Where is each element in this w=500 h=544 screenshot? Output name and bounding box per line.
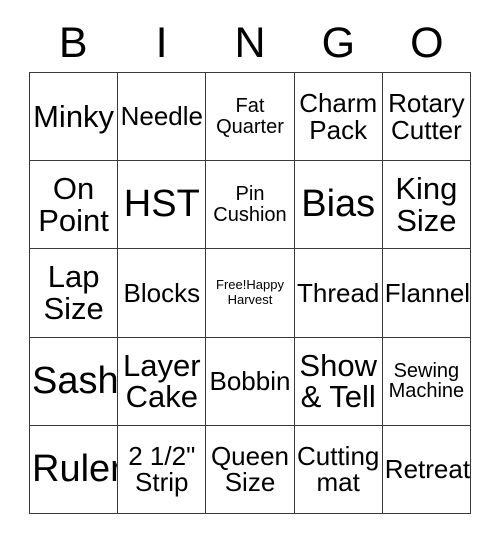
bingo-cell-label: 2 1/2" Strip [128,440,196,498]
bingo-cell[interactable]: Show & Tell [294,337,383,426]
header-letter-o: O [410,18,444,67]
bingo-cell-label: Sash [32,359,119,402]
bingo-card: B I N G O Minky Needle Fat Quarter Charm Pa… [0,0,500,544]
bingo-cell[interactable]: 2 1/2" Strip [118,425,207,514]
bingo-cell-label: Sewing Machine [388,359,465,403]
bingo-cell[interactable]: Bias [294,161,383,250]
bingo-cell[interactable]: Flannel [382,249,471,338]
bingo-cell[interactable]: Charm Pack [294,73,383,162]
bingo-cell-label: Rotary Cutter [388,88,465,145]
bingo-cell[interactable]: Sewing Machine [382,337,471,426]
bingo-cell[interactable]: Thread [294,249,383,338]
bingo-cell-label: Fat Quarter [216,95,284,138]
bingo-cell-label: Minky [33,98,115,134]
bingo-cell-label: Blocks [123,277,201,308]
bingo-cell-label: Pin Cushion [213,183,287,226]
bingo-cell[interactable]: Retreat [382,425,471,514]
bingo-cell[interactable]: Minky [30,73,119,162]
bingo-cell[interactable]: Sash [30,337,119,426]
bingo-cell[interactable]: Fat Quarter [206,73,295,162]
bingo-header: B I N G O [29,14,471,72]
bingo-cell[interactable]: Queen Size [206,425,295,514]
bingo-cell-label: Ruler [32,448,119,491]
bingo-cell[interactable]: HST [118,161,207,250]
header-letter-b: B [58,18,88,67]
bingo-cell-label: Retreat [384,454,471,485]
bingo-cell-label: Flannel [384,277,471,308]
bingo-cell[interactable]: Bobbin [206,337,295,426]
bingo-cell[interactable]: Blocks [118,249,207,338]
bingo-cell[interactable]: On Point [30,161,119,250]
bingo-cell-label: Charm Pack [299,88,378,145]
header-letter-i: I [155,18,168,67]
bingo-cell-label: Layer Cake [123,347,201,415]
bingo-cell-label: King Size [395,171,458,238]
bingo-cell[interactable]: Pin Cushion [206,161,295,250]
bingo-grid: Minky Needle Fat Quarter Charm Pack Rotary C… [29,72,471,514]
bingo-cell-label: Queen Size [210,440,290,498]
bingo-cell[interactable]: Rotary Cutter [382,73,471,162]
bingo-cell-label: Thread [297,277,380,308]
header-letter-g: G [321,18,356,67]
header-letter-n: N [234,18,266,67]
bingo-cell-label: Bobbin [209,365,291,396]
bingo-cell[interactable]: King Size [382,161,471,250]
bingo-cell-label: Bias [301,183,376,226]
bingo-cell[interactable]: Needle [118,73,207,162]
bingo-cell-label: Show & Tell [299,347,377,415]
bingo-cell-label: Lap Size [43,259,104,326]
bingo-cell[interactable]: Lap Size [30,249,119,338]
bingo-cell[interactable]: Ruler [30,425,119,514]
bingo-cell[interactable]: Layer Cake [118,337,207,426]
bingo-cell-label: Needle [120,101,203,132]
bingo-cell-label: Free!Happy Harvest [216,277,284,307]
bingo-cell-label: Cutting mat [297,440,380,498]
bingo-cell-label: HST [123,183,200,226]
bingo-cell-free-space[interactable]: Free!Happy Harvest [206,249,295,338]
bingo-cell-label: On Point [38,171,109,238]
bingo-cell[interactable]: Cutting mat [294,425,383,514]
